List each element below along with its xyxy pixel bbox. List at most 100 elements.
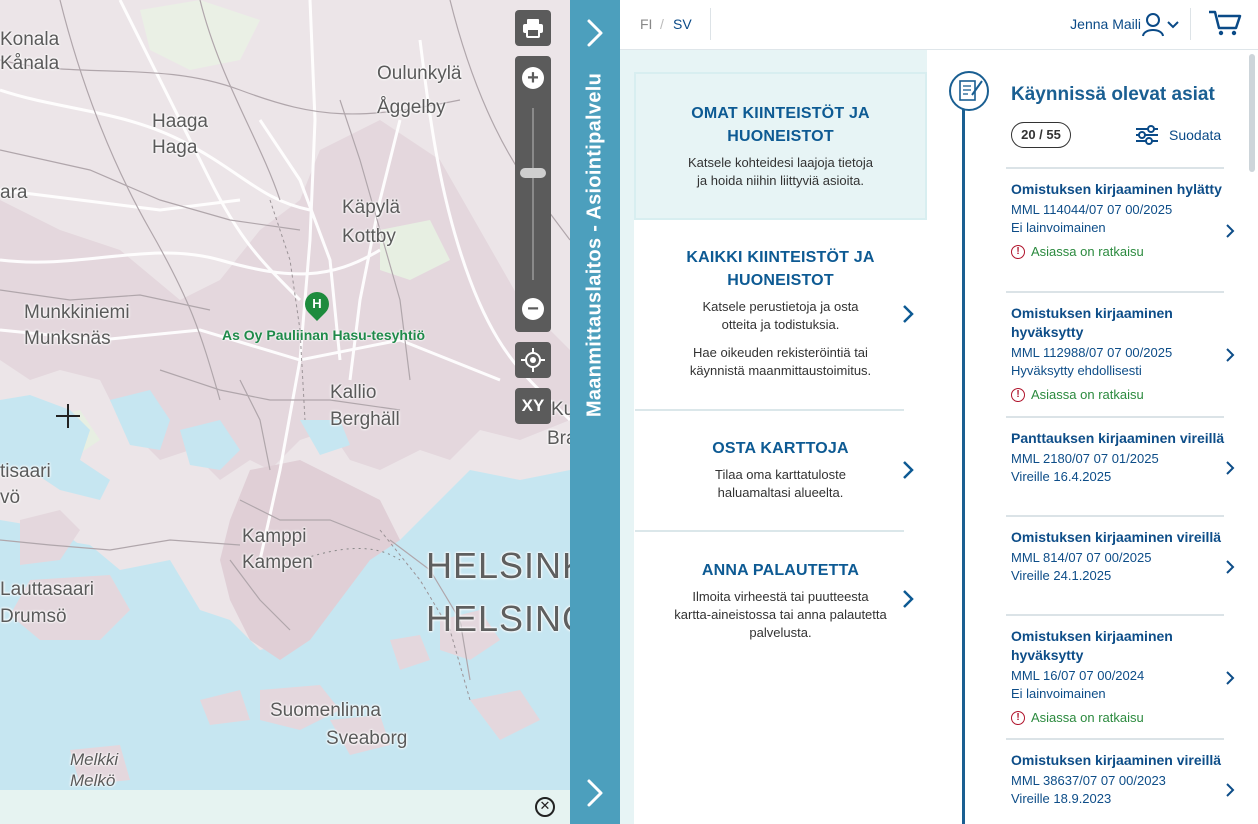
case-id: MML 114044/07 07 00/2025 [1011, 202, 1173, 217]
case-id: MML 38637/07 07 00/2023 [1011, 773, 1166, 788]
place-label: Konala [0, 29, 60, 50]
hospital-pin-icon[interactable]: H [300, 287, 334, 321]
shopping-cart-icon[interactable] [1208, 9, 1242, 37]
zoom-out-button[interactable]: − [522, 298, 544, 320]
case-status: Vireille 16.4.2025 [1011, 469, 1112, 484]
filter-icon [1136, 125, 1158, 145]
zoom-control: + − [515, 56, 551, 332]
divider [710, 8, 711, 40]
chevron-right-icon[interactable] [584, 18, 606, 48]
place-label: tisaari [0, 461, 51, 482]
chevron-right-icon[interactable] [1225, 460, 1235, 476]
side-panel-tab: Maanmittauslaitos - Asiointipalvelu [570, 0, 620, 824]
divider [635, 530, 904, 532]
chevron-right-icon[interactable] [1225, 670, 1235, 686]
zoom-in-button[interactable]: + [522, 67, 544, 89]
service-menu: OMAT KIINTEISTÖT JA HUONEISTOT Katsele k… [620, 50, 927, 824]
place-label: Ku [551, 399, 570, 420]
coordinates-button[interactable]: XY [515, 388, 551, 424]
close-icon[interactable]: ✕ [535, 797, 555, 817]
chevron-right-icon[interactable] [1225, 223, 1235, 239]
poi-label[interactable]: As Oy Pauliinan Hasu-tesyhtiö [222, 327, 425, 343]
chevron-right-icon[interactable] [1225, 559, 1235, 575]
printer-icon [523, 19, 543, 38]
case-item[interactable]: Omistuksen kirjaaminen hyväksytty MML 11… [1011, 304, 1241, 404]
coordinates-label: XY [521, 396, 545, 415]
alert-icon: ! [1011, 711, 1025, 725]
chevron-right-icon[interactable] [1225, 347, 1235, 363]
place-label: HELSINK [426, 545, 570, 586]
menu-item-own-properties[interactable]: OMAT KIINTEISTÖT JA HUONEISTOT Katsele k… [634, 72, 927, 220]
document-edit-icon [949, 71, 989, 111]
place-label: Kampen [242, 552, 313, 573]
alert-icon: ! [1011, 245, 1025, 259]
divider [1006, 167, 1224, 169]
case-decision: ! Asiassa on ratkaisu [1011, 386, 1241, 404]
cases-title: Käynnissä olevat asiat [1011, 84, 1215, 105]
top-header: FI / SV Jenna Maili [620, 0, 1258, 50]
language-fi-link[interactable]: FI [640, 16, 652, 32]
filter-label: Suodata [1169, 127, 1222, 143]
language-sv-link[interactable]: SV [673, 16, 692, 32]
user-menu-icon[interactable] [1141, 12, 1181, 38]
chevron-right-icon[interactable] [902, 589, 914, 609]
chevron-right-icon[interactable] [1225, 782, 1235, 798]
crosshair-icon [56, 404, 80, 428]
case-title: Panttauksen kirjaaminen vireillä [1011, 430, 1225, 446]
map-view[interactable]: Konala Kånala Oulunkylä Åggelby Haaga Ha… [0, 0, 570, 824]
scrollbar[interactable] [1249, 54, 1255, 172]
case-id: MML 112988/07 07 00/2025 [1011, 345, 1173, 360]
service-title: Maanmittauslaitos - Asiointipalvelu [583, 72, 606, 418]
menu-item-description: Ilmoita virheestä tai puutteesta kartta-… [674, 589, 887, 640]
zoom-track[interactable] [532, 108, 534, 280]
place-label: Munkkiniemi [24, 302, 130, 323]
language-separator: / [660, 16, 664, 32]
place-label: Suomenlinna [270, 700, 381, 721]
place-label: ara [0, 182, 28, 203]
place-label: Kallio [330, 382, 377, 403]
divider [1006, 614, 1224, 616]
divider [1006, 515, 1224, 517]
place-label: Kamppi [242, 526, 307, 547]
menu-item-description: Tilaa oma karttatuloste haluamaltasi alu… [714, 467, 847, 500]
divider [1006, 738, 1224, 740]
case-title: Omistuksen kirjaaminen vireillä [1011, 529, 1222, 545]
case-decision-text: Asiassa on ratkaisu [1031, 244, 1144, 259]
menu-item-title: OSTA KARTTOJA [712, 440, 849, 457]
alert-icon: ! [1011, 388, 1025, 402]
zoom-slider-handle[interactable] [520, 168, 546, 179]
place-label: Drumsö [0, 606, 67, 627]
menu-item-all-properties[interactable]: KAIKKI KIINTEISTÖT JA HUONEISTOT Katsele… [634, 220, 927, 410]
case-status: Vireille 24.1.2025 [1011, 568, 1112, 583]
case-item[interactable]: Panttauksen kirjaaminen vireillä MML 218… [1011, 429, 1241, 486]
case-id: MML 2180/07 07 01/2025 [1011, 451, 1159, 466]
case-decision-text: Asiassa on ratkaisu [1031, 387, 1144, 402]
ongoing-cases-panel: Käynnissä olevat asiat 20 / 55 Suodata O… [927, 50, 1258, 824]
filter-button[interactable]: Suodata [1135, 122, 1221, 148]
place-label: Melkki [70, 750, 119, 769]
menu-item-description: Katsele kohteidesi laajoja tietoja ja ho… [687, 155, 873, 188]
case-item[interactable]: Omistuksen kirjaaminen hylätty MML 11404… [1011, 180, 1241, 261]
place-label: Kottby [342, 226, 396, 247]
user-name[interactable]: Jenna Maili [1070, 16, 1141, 32]
case-title: Omistuksen kirjaaminen hyväksytty [1011, 628, 1173, 663]
chevron-right-icon[interactable] [902, 460, 914, 480]
place-label: vö [0, 487, 21, 508]
menu-item-buy-maps[interactable]: OSTA KARTTOJA Tilaa oma karttatuloste ha… [634, 412, 927, 530]
case-item[interactable]: Omistuksen kirjaaminen hyväksytty MML 16… [1011, 627, 1241, 727]
poi-letter: H [312, 296, 322, 311]
locate-button[interactable] [515, 342, 551, 378]
menu-item-title: ANNA PALAUTETTA [701, 562, 860, 579]
chevron-right-icon[interactable] [902, 304, 914, 324]
case-item[interactable]: Omistuksen kirjaaminen vireillä MML 814/… [1011, 528, 1241, 585]
place-label: Haaga [152, 111, 208, 132]
menu-item-title: OMAT KIINTEISTÖT JA HUONEISTOT [691, 105, 870, 145]
chevron-right-icon[interactable] [584, 778, 606, 808]
print-button[interactable] [515, 10, 551, 46]
cases-count-badge: 20 / 55 [1011, 122, 1071, 148]
map-footer-bar [0, 790, 570, 824]
place-label: Käpylä [342, 197, 401, 218]
menu-item-feedback[interactable]: ANNA PALAUTETTA Ilmoita virheestä tai pu… [634, 533, 927, 653]
case-item[interactable]: Omistuksen kirjaaminen vireillä MML 3863… [1011, 751, 1241, 808]
place-label: Oulunkylä [377, 63, 462, 84]
